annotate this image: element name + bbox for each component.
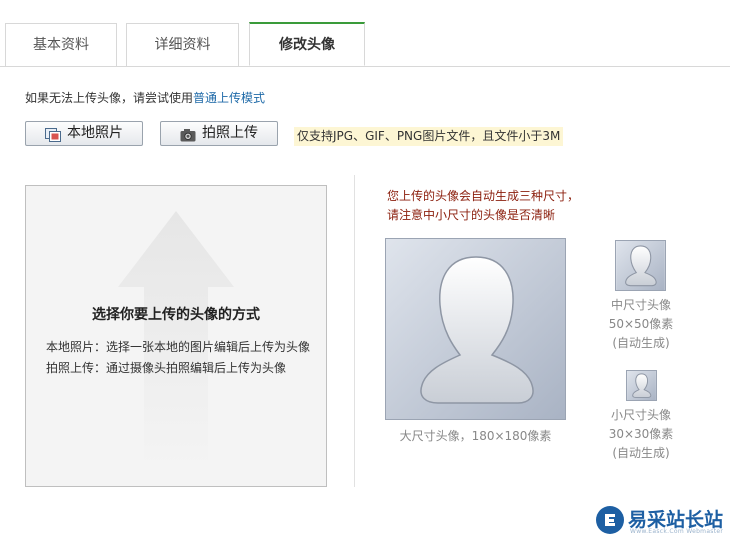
avatar-silhouette-icon xyxy=(616,241,665,290)
size-note: 您上传的头像会自动生成三种尺寸， 请注意中小尺寸的头像是否清晰 xyxy=(387,187,579,225)
large-avatar-preview xyxy=(385,238,566,420)
small-size-name: 小尺寸头像 xyxy=(610,408,671,422)
file-type-tip: 仅支持JPG、GIF、PNG图片文件，且文件小于3M xyxy=(294,127,564,146)
logo-mark-icon xyxy=(596,505,624,534)
medium-avatar-preview xyxy=(615,240,666,291)
notice-text: 如果无法上传头像，请尝试使用 xyxy=(25,91,194,105)
camera-upload-button[interactable]: 拍照上传 xyxy=(160,121,278,146)
profile-tabs: 基本资料 详细资料 修改头像 xyxy=(0,0,730,67)
tabs-baseline xyxy=(0,66,730,67)
tab-change-avatar[interactable]: 修改头像 xyxy=(249,22,365,66)
camera-upload-label: 拍照上传 xyxy=(202,125,258,141)
small-size-pixels: 30×30像素 xyxy=(608,427,674,441)
upload-notice: 如果无法上传头像，请尝试使用普通上传模式 xyxy=(25,89,265,106)
tab-detailed-info[interactable]: 详细资料 xyxy=(126,23,239,66)
upload-line-camera: 拍照上传：通过摄像头拍照编辑后上传为头像 xyxy=(46,361,287,375)
small-avatar-preview xyxy=(626,370,657,401)
large-avatar-caption: 大尺寸头像，180×180像素 xyxy=(399,429,552,443)
watermark-logo: 易采站长站 Www.Easck.Com Webmaster xyxy=(596,502,730,537)
local-photo-button[interactable]: 本地照片 xyxy=(25,121,143,146)
upload-area[interactable]: 选择你要上传的头像的方式 本地照片：选择一张本地的图片编辑后上传为头像 拍照上传… xyxy=(25,185,327,487)
upload-line-local: 本地照片：选择一张本地的图片编辑后上传为头像 xyxy=(46,340,311,354)
logo-sub-text: Www.Easck.Com Webmaster xyxy=(630,528,724,535)
normal-upload-link[interactable]: 普通上传模式 xyxy=(193,91,265,105)
medium-avatar-caption: 中尺寸头像 50×50像素 (自动生成) xyxy=(600,296,682,353)
camera-icon xyxy=(180,127,196,141)
upload-title: 选择你要上传的头像的方式 xyxy=(92,307,260,323)
logo-brand-text: 易采站长站 xyxy=(628,508,724,531)
local-photo-label: 本地照片 xyxy=(67,125,123,141)
medium-size-name: 中尺寸头像 xyxy=(610,298,671,312)
size-note-line1: 您上传的头像会自动生成三种尺寸， xyxy=(387,189,580,203)
tab-basic-info[interactable]: 基本资料 xyxy=(5,23,117,66)
picture-icon xyxy=(45,127,61,142)
small-avatar-caption: 小尺寸头像 30×30像素 (自动生成) xyxy=(600,406,682,463)
avatar-silhouette-icon xyxy=(386,239,565,419)
size-note-line2: 请注意中小尺寸的头像是否清晰 xyxy=(387,208,556,222)
small-size-auto: (自动生成) xyxy=(612,446,670,460)
avatar-silhouette-icon xyxy=(627,371,656,400)
column-divider xyxy=(354,175,355,487)
medium-size-pixels: 50×50像素 xyxy=(608,317,674,331)
medium-size-auto: (自动生成) xyxy=(612,336,670,350)
